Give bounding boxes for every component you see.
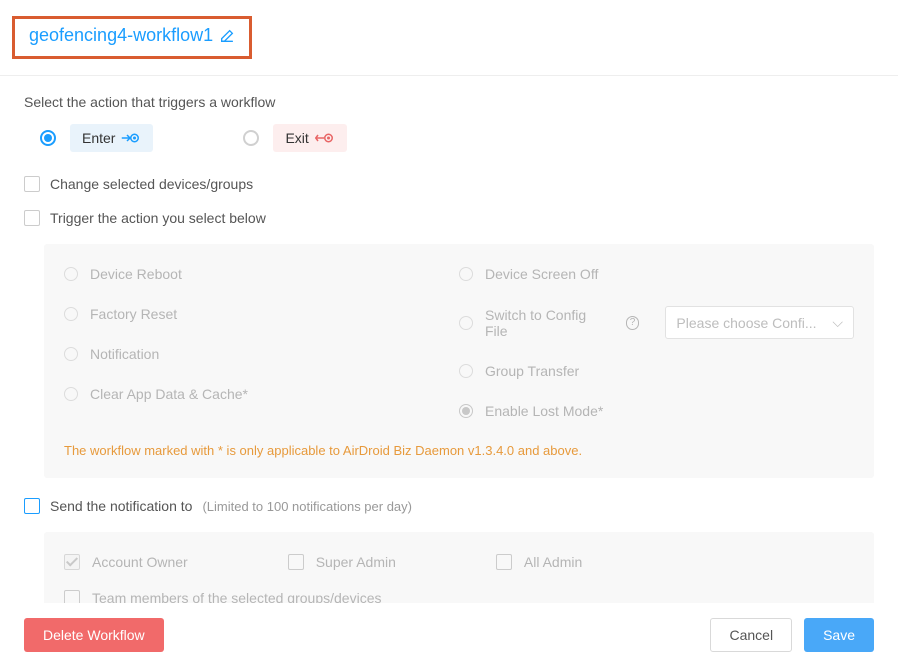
action-notification[interactable]: Notification bbox=[64, 346, 459, 362]
trigger-enter-label: Enter bbox=[82, 130, 115, 146]
action-clear-cache[interactable]: Clear App Data & Cache* bbox=[64, 386, 459, 402]
trigger-exit-label: Exit bbox=[285, 130, 308, 146]
action-switch-config[interactable]: Switch to Config File ? Please choose Co… bbox=[459, 306, 854, 339]
trigger-action-row[interactable]: Trigger the action you select below bbox=[24, 210, 874, 226]
recipients-panel: Account Owner Super Admin All Admin Team… bbox=[44, 532, 874, 603]
workflow-title[interactable]: geofencing4-workflow1 bbox=[29, 25, 235, 46]
recipient-all-admin[interactable]: All Admin bbox=[496, 554, 582, 570]
config-select[interactable]: Please choose Confi... ⌵ bbox=[665, 306, 854, 339]
action-lost-mode[interactable]: Enable Lost Mode* bbox=[459, 403, 854, 419]
radio-enter[interactable] bbox=[40, 130, 56, 146]
checkbox-send-notification[interactable] bbox=[24, 498, 40, 514]
save-button[interactable]: Save bbox=[804, 618, 874, 652]
action-factory-reset[interactable]: Factory Reset bbox=[64, 306, 459, 322]
recipient-team-members[interactable]: Team members of the selected groups/devi… bbox=[64, 590, 854, 603]
delete-workflow-button[interactable]: Delete Workflow bbox=[24, 618, 164, 652]
config-select-placeholder: Please choose Confi... bbox=[676, 315, 816, 331]
checkbox-change-devices[interactable] bbox=[24, 176, 40, 192]
trigger-action-label: Trigger the action you select below bbox=[50, 210, 266, 226]
recipient-account-owner[interactable]: Account Owner bbox=[64, 554, 188, 570]
cancel-button[interactable]: Cancel bbox=[710, 618, 792, 652]
recipient-super-admin[interactable]: Super Admin bbox=[288, 554, 396, 570]
change-devices-label: Change selected devices/groups bbox=[50, 176, 253, 192]
form-scroll-area[interactable]: Select the action that triggers a workfl… bbox=[0, 75, 898, 603]
footer-bar: Delete Workflow Cancel Save bbox=[0, 603, 898, 667]
checkbox-trigger-action[interactable] bbox=[24, 210, 40, 226]
edit-icon[interactable] bbox=[219, 28, 235, 44]
radio-exit[interactable] bbox=[243, 130, 259, 146]
send-notification-label: Send the notification to bbox=[50, 498, 192, 514]
trigger-enter-option[interactable]: Enter bbox=[40, 124, 153, 152]
action-group-transfer[interactable]: Group Transfer bbox=[459, 363, 854, 379]
actions-panel: Device Reboot Factory Reset Notification… bbox=[44, 244, 874, 478]
action-reboot[interactable]: Device Reboot bbox=[64, 266, 459, 282]
title-highlight-box: geofencing4-workflow1 bbox=[12, 16, 252, 59]
chevron-down-icon: ⌵ bbox=[832, 314, 843, 331]
workflow-title-text: geofencing4-workflow1 bbox=[29, 25, 213, 46]
trigger-prompt: Select the action that triggers a workfl… bbox=[24, 94, 874, 110]
help-icon[interactable]: ? bbox=[626, 316, 640, 330]
enter-icon bbox=[121, 131, 139, 145]
change-devices-row[interactable]: Change selected devices/groups bbox=[24, 176, 874, 192]
notification-limit-hint: (Limited to 100 notifications per day) bbox=[202, 499, 412, 514]
version-note: The workflow marked with * is only appli… bbox=[64, 443, 854, 458]
send-notification-row[interactable]: Send the notification to (Limited to 100… bbox=[24, 498, 874, 514]
trigger-exit-option[interactable]: Exit bbox=[243, 124, 346, 152]
action-screen-off[interactable]: Device Screen Off bbox=[459, 266, 854, 282]
exit-icon bbox=[315, 131, 333, 145]
